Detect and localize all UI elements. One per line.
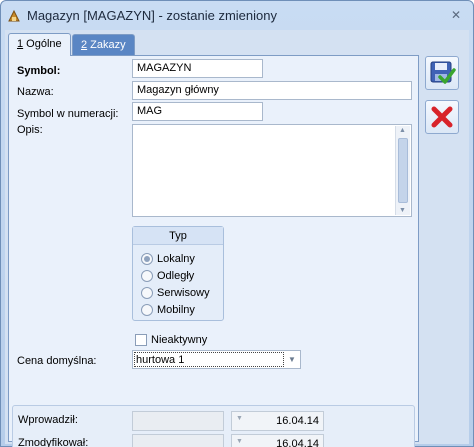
scroll-down-icon[interactable]: ▼ (399, 207, 406, 214)
client-area: 1 Ogólne 2 Zakazy Symbol: MAGAZYN Nazwa:… (5, 30, 469, 447)
tab-zakazy[interactable]: 2 Zakazy (72, 34, 135, 55)
scroll-up-icon[interactable]: ▲ (399, 127, 406, 134)
radio-odlegly-label: Odległy (157, 270, 195, 282)
tab-panel-ogolne: Symbol: MAGAZYN Nazwa: Magazyn główny Sy… (8, 55, 419, 447)
tab-zakazy-label: Zakazy (87, 39, 126, 51)
numeracja-label: Symbol w numeracji: (17, 108, 119, 120)
radio-serwisowy[interactable]: Serwisowy (141, 285, 210, 301)
nazwa-input[interactable]: Magazyn główny (132, 81, 412, 100)
cancel-button[interactable] (425, 100, 459, 134)
radio-lokalny-circle[interactable] (141, 253, 153, 265)
save-button[interactable] (425, 56, 459, 90)
typ-group-title: Typ (133, 227, 223, 245)
nieaktywny-label: Nieaktywny (151, 334, 208, 346)
radio-lokalny[interactable]: Lokalny (141, 251, 195, 267)
zmodyfikowal-label: Zmodyfikował: (18, 437, 89, 447)
app-logo-icon (8, 9, 20, 22)
tab-ogolne-label: Ogólne (23, 38, 62, 50)
nieaktywny-checkbox[interactable] (135, 334, 147, 346)
opis-textarea[interactable]: ▲ ▼ (132, 124, 412, 217)
numeracja-input[interactable]: MAG (132, 102, 263, 121)
dialog-window: Magazyn [MAGAZYN] - zostanie zmieniony ✕… (0, 0, 474, 447)
radio-lokalny-label: Lokalny (157, 253, 195, 265)
scroll-thumb[interactable] (398, 138, 408, 203)
typ-group: Typ Lokalny Odległy Serwisowy Mobilny (132, 226, 224, 321)
symbol-label: Symbol: (17, 65, 61, 77)
wprowadzil-label: Wprowadził: (18, 414, 78, 426)
date-dropdown-icon: ▼ (236, 438, 243, 445)
zmodyfikowal-date: 16.04.14 (276, 438, 319, 447)
cena-value: hurtowa 1 (136, 354, 185, 366)
nazwa-label: Nazwa: (17, 86, 54, 98)
radio-serwisowy-label: Serwisowy (157, 287, 210, 299)
opis-scrollbar[interactable]: ▲ ▼ (395, 126, 410, 215)
window-title: Magazyn [MAGAZYN] - zostanie zmieniony (27, 8, 277, 23)
cancel-x-icon (431, 106, 453, 128)
tab-ogolne[interactable]: 1 Ogólne (8, 33, 71, 56)
cena-label: Cena domyślna: (17, 355, 97, 367)
chevron-down-icon[interactable]: ▼ (285, 352, 299, 367)
save-confirm-icon (430, 61, 456, 84)
radio-mobilny[interactable]: Mobilny (141, 302, 195, 318)
wprowadzil-user-field (132, 411, 224, 431)
radio-serwisowy-circle[interactable] (141, 287, 153, 299)
opis-label: Opis: (17, 124, 43, 136)
radio-mobilny-label: Mobilny (157, 304, 195, 316)
wprowadzil-date: 16.04.14 (276, 415, 319, 427)
zmodyfikowal-date-field: ▼ 16.04.14 (231, 434, 324, 447)
close-window-button[interactable]: ✕ (445, 7, 467, 23)
wprowadzil-date-field: ▼ 16.04.14 (231, 411, 324, 431)
cena-select[interactable]: hurtowa 1 ▼ (132, 350, 301, 369)
title-bar[interactable]: Magazyn [MAGAZYN] - zostanie zmieniony ✕ (1, 1, 473, 31)
radio-odlegly[interactable]: Odległy (141, 268, 194, 284)
zmodyfikowal-user-field (132, 434, 224, 447)
date-dropdown-icon: ▼ (236, 415, 243, 422)
radio-mobilny-circle[interactable] (141, 304, 153, 316)
radio-odlegly-circle[interactable] (141, 270, 153, 282)
audit-group: Wprowadził: ▼ 16.04.14 Zmodyfikował: ▼ 1… (12, 405, 415, 447)
symbol-input[interactable]: MAGAZYN (132, 59, 263, 78)
